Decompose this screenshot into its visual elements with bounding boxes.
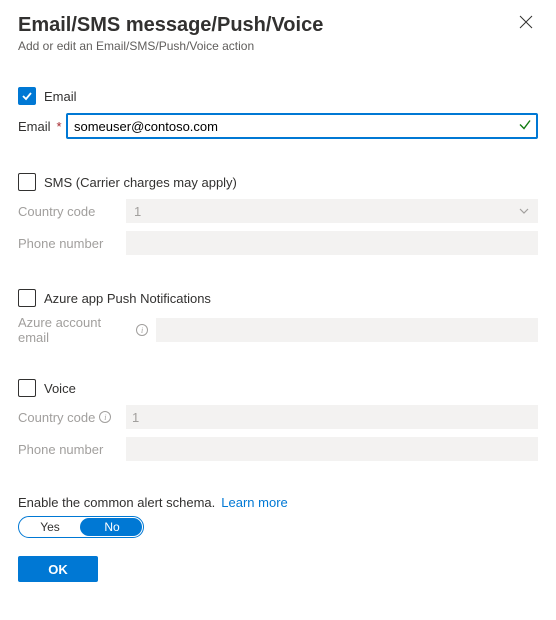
sms-country-code-label: Country code: [18, 204, 95, 219]
sms-section: SMS (Carrier charges may apply) Country …: [18, 173, 538, 255]
schema-toggle[interactable]: Yes No: [18, 516, 144, 538]
email-field-label: Email: [18, 119, 51, 134]
email-checkbox[interactable]: [18, 87, 36, 105]
close-button[interactable]: [518, 14, 538, 34]
email-checkbox-label: Email: [44, 89, 77, 104]
sms-phone-input[interactable]: [126, 231, 538, 255]
sms-checkbox[interactable]: [18, 173, 36, 191]
dialog-subtitle: Add or edit an Email/SMS/Push/Voice acti…: [18, 39, 538, 53]
voice-section: Voice Country code i Phone number: [18, 379, 538, 461]
voice-country-code-label: Country code: [18, 410, 95, 425]
checkmark-icon: [21, 90, 33, 102]
voice-checkbox[interactable]: [18, 379, 36, 397]
push-checkbox-label: Azure app Push Notifications: [44, 291, 211, 306]
email-input[interactable]: [66, 113, 538, 139]
push-account-label: Azure account email: [18, 315, 132, 345]
sms-checkbox-label: SMS (Carrier charges may apply): [44, 175, 237, 190]
required-indicator: *: [57, 119, 62, 134]
toggle-yes[interactable]: Yes: [19, 520, 81, 534]
schema-text: Enable the common alert schema.: [18, 495, 215, 510]
schema-row: Enable the common alert schema. Learn mo…: [18, 495, 538, 510]
voice-country-code-input[interactable]: [126, 405, 538, 429]
ok-button[interactable]: OK: [18, 556, 98, 582]
toggle-no[interactable]: No: [81, 520, 143, 534]
push-section: Azure app Push Notifications Azure accou…: [18, 289, 538, 345]
sms-country-code-select[interactable]: 1: [126, 199, 538, 223]
info-icon[interactable]: i: [99, 411, 111, 423]
chevron-down-icon: [518, 205, 530, 217]
info-icon[interactable]: i: [136, 324, 148, 336]
sms-country-code-value: 1: [134, 204, 141, 219]
dialog-title: Email/SMS message/Push/Voice: [18, 14, 538, 37]
push-account-input[interactable]: [156, 318, 538, 342]
learn-more-link[interactable]: Learn more: [221, 495, 287, 510]
sms-phone-label: Phone number: [18, 236, 103, 251]
voice-checkbox-label: Voice: [44, 381, 76, 396]
voice-phone-label: Phone number: [18, 442, 103, 457]
voice-phone-input[interactable]: [126, 437, 538, 461]
push-checkbox[interactable]: [18, 289, 36, 307]
close-icon: [518, 14, 534, 30]
email-section: Email Email *: [18, 87, 538, 139]
